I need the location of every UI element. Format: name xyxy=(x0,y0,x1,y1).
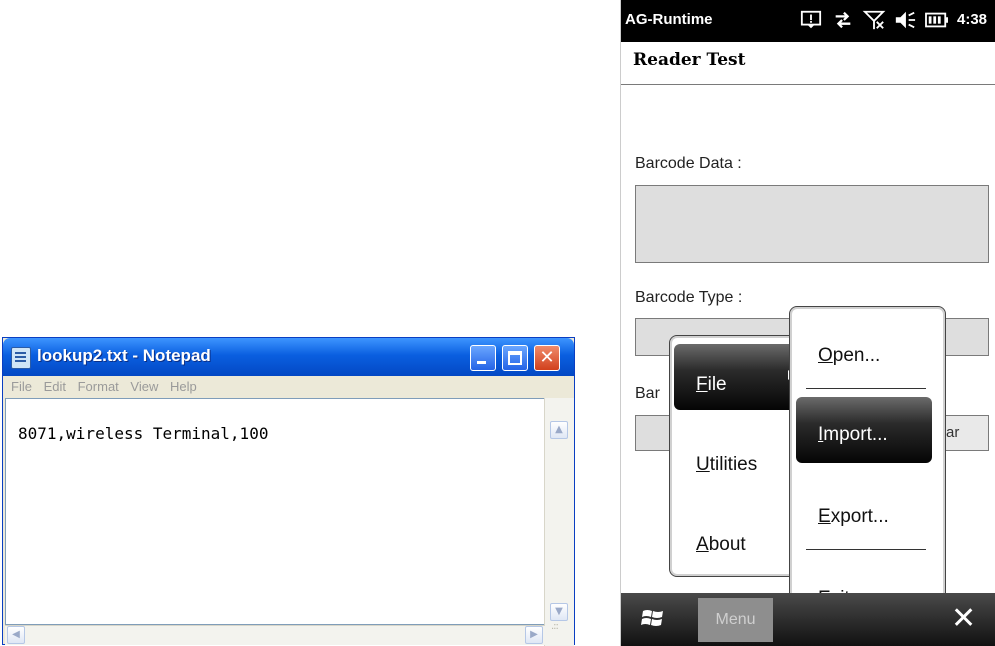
menu-item-export[interactable]: Export... xyxy=(818,506,889,528)
menu-highlight xyxy=(674,344,798,410)
notepad-window: lookup2.txt - Notepad ✕ File Edit Format… xyxy=(2,337,575,646)
scroll-right-button[interactable]: ▶ xyxy=(525,626,543,644)
barcode-type-label: Barcode Type : xyxy=(635,289,743,306)
status-title: AG-Runtime xyxy=(625,11,713,28)
scroll-left-button[interactable]: ◀ xyxy=(7,626,25,644)
menu-edit[interactable]: Edit xyxy=(44,376,66,397)
menu-item-utilities[interactable]: Utilities xyxy=(696,454,757,476)
editor-content: 8071,wireless Terminal,100 xyxy=(18,424,269,443)
vertical-scrollbar[interactable]: ▲ ▼ xyxy=(544,398,574,646)
title-bar[interactable]: lookup2.txt - Notepad ✕ xyxy=(3,338,574,376)
menu-item-import[interactable]: Import... xyxy=(818,424,888,446)
close-button[interactable]: ✕ xyxy=(534,345,560,371)
scroll-down-button[interactable]: ▼ xyxy=(550,603,568,621)
no-signal-icon[interactable] xyxy=(862,9,886,31)
menu-separator xyxy=(806,388,926,389)
notification-icon[interactable] xyxy=(799,9,823,31)
menu-view[interactable]: View xyxy=(130,376,158,397)
menu-bar: File Edit Format View Help xyxy=(3,376,574,397)
battery-icon[interactable] xyxy=(923,9,951,31)
softkey-bar xyxy=(621,593,995,646)
barcode-data-field[interactable] xyxy=(635,185,989,263)
sync-icon[interactable] xyxy=(832,9,854,31)
close-icon[interactable]: ✕ xyxy=(951,600,976,638)
barcode-data-label: Barcode Data : xyxy=(635,155,742,172)
resize-grip[interactable]: .:: xyxy=(551,621,571,641)
menu-format[interactable]: Format xyxy=(78,376,119,397)
file-submenu: Open... Import... Export... Exit xyxy=(789,306,946,633)
clock: 4:38 xyxy=(957,11,988,28)
menu-item-file[interactable]: File xyxy=(696,374,727,396)
barcode-label-partial: Bar xyxy=(635,385,660,402)
menu-help[interactable]: Help xyxy=(170,376,197,397)
app-title: Reader Test xyxy=(633,50,746,70)
maximize-button[interactable] xyxy=(502,345,528,371)
menu-item-open[interactable]: Open... xyxy=(818,345,880,367)
status-bar: AG-Runtime 4:38 xyxy=(621,0,995,42)
menu-softkey[interactable]: Menu xyxy=(698,598,773,642)
notepad-icon xyxy=(11,347,31,369)
menu-separator xyxy=(806,549,926,550)
menu-item-about[interactable]: About xyxy=(696,534,746,556)
windows-start-icon[interactable] xyxy=(641,606,665,630)
minimize-button[interactable] xyxy=(470,345,496,371)
speaker-icon[interactable] xyxy=(893,9,917,31)
device-screen: AG-Runtime 4:38 Reader Test Barcode Data… xyxy=(620,0,995,646)
horizontal-scrollbar[interactable]: ◀ ▶ xyxy=(5,625,545,645)
window-title: lookup2.txt - Notepad xyxy=(37,346,211,365)
menu-file[interactable]: File xyxy=(11,376,32,397)
scroll-up-button[interactable]: ▲ xyxy=(550,421,568,439)
header-divider xyxy=(621,84,995,85)
